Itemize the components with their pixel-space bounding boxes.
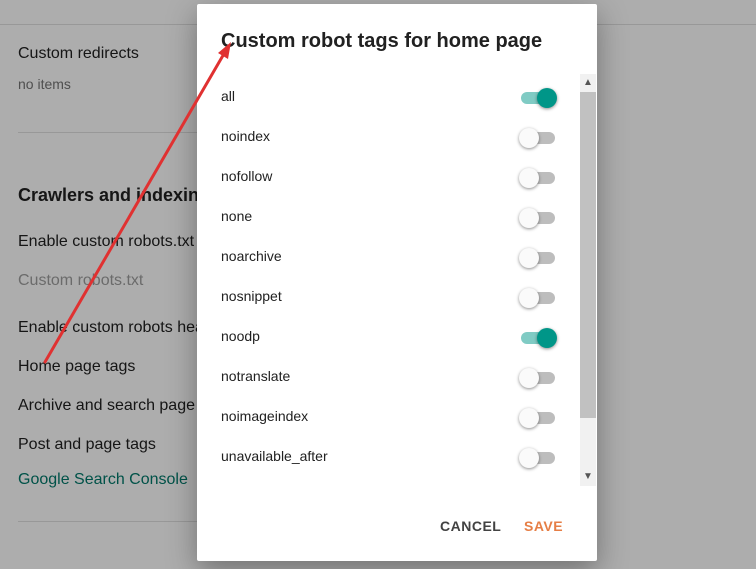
tag-row-all: all — [197, 78, 579, 118]
toggle-switch[interactable] — [519, 127, 557, 149]
list-scrollbar[interactable]: ▲ ▼ — [580, 74, 596, 486]
tag-row-noarchive: noarchive — [197, 238, 579, 278]
dialog-actions: CANCEL SAVE — [197, 510, 597, 542]
toggle-switch[interactable] — [519, 447, 557, 469]
custom-robot-tags-dialog: Custom robot tags for home page all noin… — [197, 4, 597, 561]
tag-row-nofollow: nofollow — [197, 158, 579, 198]
tag-label: noarchive — [221, 248, 282, 264]
dialog-title: Custom robot tags for home page — [221, 30, 543, 52]
tag-label: none — [221, 208, 253, 224]
scroll-up-icon[interactable]: ▲ — [580, 76, 596, 90]
tag-row-noimageindex: noimageindex — [197, 398, 579, 438]
tag-row-noodp: noodp — [197, 318, 579, 358]
cancel-button[interactable]: CANCEL — [440, 510, 501, 542]
tag-row-none: none — [197, 198, 579, 238]
toggle-switch[interactable] — [519, 207, 557, 229]
tag-label: unavailable_after — [221, 448, 328, 464]
scroll-down-icon[interactable]: ▼ — [580, 470, 596, 484]
tag-label: nosnippet — [221, 288, 282, 304]
tag-label: noindex — [221, 128, 271, 144]
robot-tags-list: all noindex nofollow none noarchive nosn… — [197, 78, 579, 484]
save-button[interactable]: SAVE — [524, 510, 563, 542]
tag-label: noodp — [221, 328, 260, 344]
tag-row-notranslate: notranslate — [197, 358, 579, 398]
tag-row-unavailable-after: unavailable_after — [197, 438, 579, 478]
tag-label: all — [221, 88, 236, 104]
toggle-switch[interactable] — [519, 327, 557, 349]
tag-label: noimageindex — [221, 408, 309, 424]
tag-row-nosnippet: nosnippet — [197, 278, 579, 318]
tag-row-noindex: noindex — [197, 118, 579, 158]
tag-label: nofollow — [221, 168, 273, 184]
scrollbar-thumb[interactable] — [580, 92, 596, 418]
toggle-switch[interactable] — [519, 87, 557, 109]
toggle-switch[interactable] — [519, 167, 557, 189]
tag-label: notranslate — [221, 368, 291, 384]
toggle-switch[interactable] — [519, 367, 557, 389]
toggle-switch[interactable] — [519, 287, 557, 309]
toggle-switch[interactable] — [519, 407, 557, 429]
toggle-switch[interactable] — [519, 247, 557, 269]
